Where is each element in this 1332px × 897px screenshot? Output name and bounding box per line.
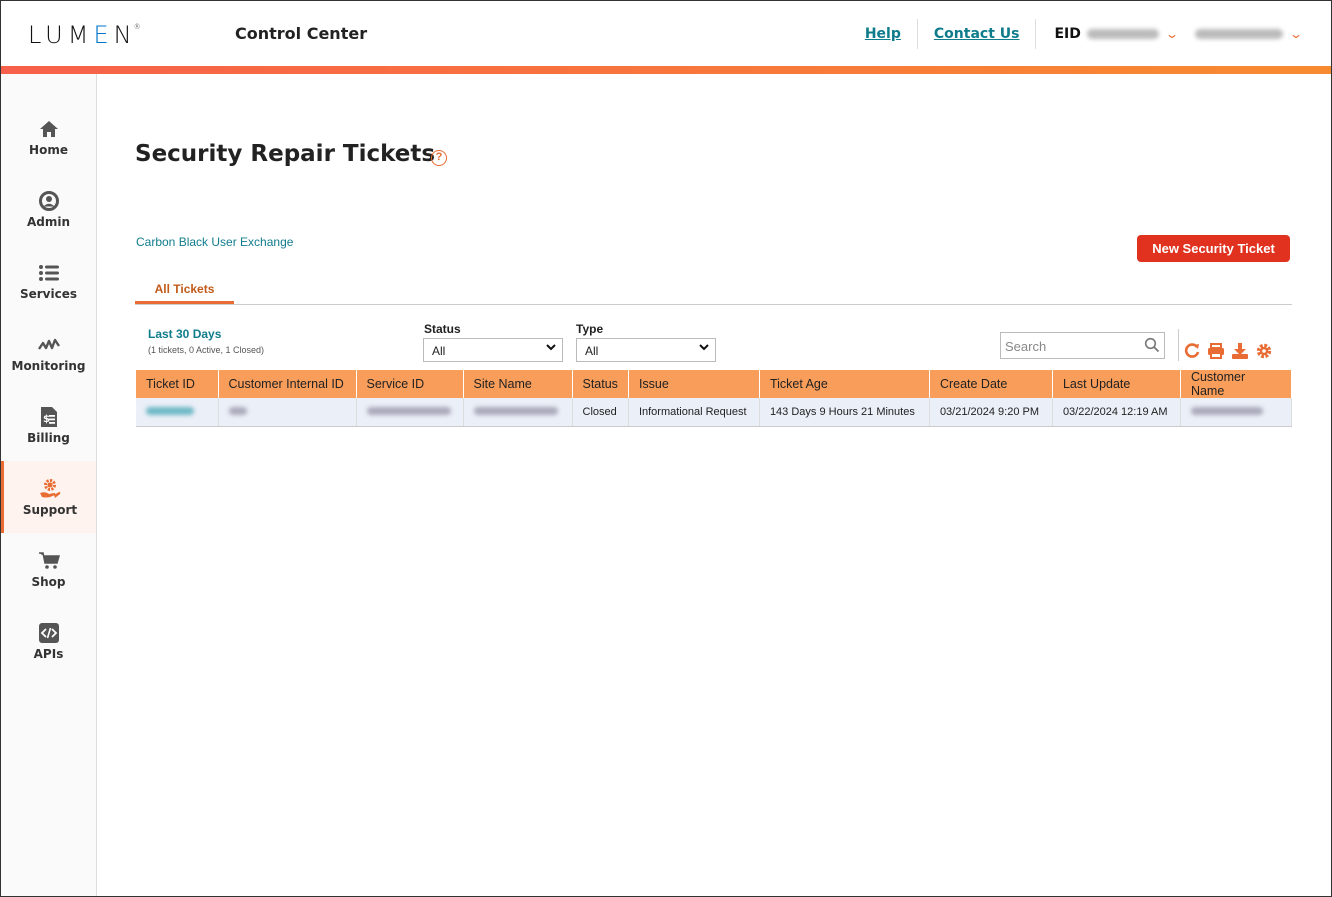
sidebar-item-support[interactable]: Support xyxy=(1,461,96,533)
sidebar-item-label: Monitoring xyxy=(11,358,86,373)
cell-site-name xyxy=(463,398,573,427)
app-title: Control Center xyxy=(235,24,368,43)
tickets-table: Ticket ID Customer Internal ID Service I… xyxy=(136,370,1293,427)
user-value-redacted xyxy=(1194,29,1283,39)
redacted-value xyxy=(228,406,247,415)
carbon-black-user-exchange-link[interactable]: Carbon Black User Exchange xyxy=(136,235,293,249)
cell-customer-internal-id xyxy=(218,398,357,427)
svg-text:$: $ xyxy=(43,414,50,425)
sidebar-item-home[interactable]: Home xyxy=(1,101,96,173)
sidebar-item-billing[interactable]: $ Billing xyxy=(1,389,96,461)
settings-gear-icon[interactable] xyxy=(1255,342,1273,360)
ticket-id-link-redacted[interactable] xyxy=(146,406,194,415)
tab-all-tickets[interactable]: All Tickets xyxy=(135,279,234,304)
print-icon[interactable] xyxy=(1207,342,1225,360)
home-icon xyxy=(38,118,60,140)
lumen-logo[interactable]: LUMEN® xyxy=(28,21,144,49)
type-select-value: All xyxy=(585,344,599,358)
sidebar-item-monitoring[interactable]: Monitoring xyxy=(1,317,96,389)
redacted-value xyxy=(1190,406,1263,415)
sidebar-item-shop[interactable]: Shop xyxy=(1,533,96,605)
column-header-customer-internal-id[interactable]: Customer Internal ID xyxy=(218,370,357,398)
sidebar-item-services[interactable]: Services xyxy=(1,245,96,317)
status-filter-label: Status xyxy=(424,322,461,336)
sidebar-item-label: Home xyxy=(29,142,68,157)
type-select[interactable]: All xyxy=(576,338,716,362)
header-actions: Help Contact Us EID ⌄ ⌄ xyxy=(849,19,1304,49)
column-header-last-update[interactable]: Last Update xyxy=(1052,370,1181,398)
refresh-icon[interactable] xyxy=(1183,342,1201,360)
download-icon[interactable] xyxy=(1231,342,1249,360)
type-filter-label: Type xyxy=(576,322,604,336)
cell-customer-name xyxy=(1180,398,1293,427)
cell-ticket-id[interactable] xyxy=(136,398,219,427)
new-security-ticket-button[interactable]: New Security Ticket xyxy=(1137,235,1290,262)
sidebar-item-label: Services xyxy=(19,286,78,301)
support-hand-gear-icon xyxy=(39,478,61,500)
pulse-icon xyxy=(37,334,60,356)
page-title: Security Repair Tickets xyxy=(135,141,436,167)
cell-issue: Informational Request xyxy=(628,398,760,427)
invoice-icon: $ xyxy=(38,406,60,428)
chevron-down-icon: ⌄ xyxy=(1288,27,1304,41)
chevron-down-icon xyxy=(699,343,709,354)
redacted-value xyxy=(473,406,558,415)
sidebar-item-label: Shop xyxy=(31,574,66,589)
column-header-customer-name[interactable]: Customer Name xyxy=(1180,370,1293,398)
eid-label: EID xyxy=(1054,26,1081,42)
code-icon xyxy=(38,622,60,644)
cell-service-id xyxy=(356,398,464,427)
table-row: Closed Informational Request 143 Days 9 … xyxy=(136,398,1293,427)
search-icon[interactable] xyxy=(1144,337,1160,358)
help-link[interactable]: Help xyxy=(849,26,917,42)
column-header-service-id[interactable]: Service ID xyxy=(356,370,464,398)
status-select[interactable]: All xyxy=(423,338,563,362)
column-header-status[interactable]: Status xyxy=(572,370,629,398)
status-select-value: All xyxy=(432,344,446,358)
chevron-down-icon xyxy=(546,343,556,354)
header-divider xyxy=(1035,19,1037,49)
chevron-down-icon: ⌄ xyxy=(1164,27,1179,41)
eid-dropdown[interactable]: ⌄ xyxy=(1086,27,1179,41)
column-header-ticket-age[interactable]: Ticket Age xyxy=(759,370,930,398)
column-header-ticket-id[interactable]: Ticket ID xyxy=(136,370,219,398)
sidebar-nav: Home Admin Services Monitoring $ Billing… xyxy=(1,74,97,896)
contact-us-link[interactable]: Contact Us xyxy=(918,26,1036,42)
user-circle-icon xyxy=(38,190,60,212)
cell-create-date: 03/21/2024 9:20 PM xyxy=(929,398,1053,427)
column-header-site-name[interactable]: Site Name xyxy=(463,370,573,398)
top-header: LUMEN® Control Center Help Contact Us EI… xyxy=(1,1,1331,66)
help-icon[interactable]: ? xyxy=(431,150,447,166)
search-input[interactable]: Search xyxy=(1000,332,1165,359)
eid-value-redacted xyxy=(1086,29,1159,39)
table-header-row: Ticket ID Customer Internal ID Service I… xyxy=(136,370,1293,398)
sidebar-item-label: Support xyxy=(22,502,78,517)
ticket-tabs: All Tickets xyxy=(135,279,1292,305)
redacted-value xyxy=(366,406,451,415)
cell-ticket-age: 143 Days 9 Hours 21 Minutes xyxy=(759,398,930,427)
list-icon xyxy=(38,262,60,284)
sidebar-item-apis[interactable]: APIs xyxy=(1,605,96,677)
date-range-title: Last 30 Days xyxy=(148,327,222,341)
search-placeholder: Search xyxy=(1005,339,1047,354)
ticket-count-summary: (1 tickets, 0 Active, 1 Closed) xyxy=(148,345,265,355)
accent-bar xyxy=(1,66,1331,74)
cart-icon xyxy=(38,550,60,572)
cell-status: Closed xyxy=(572,398,629,427)
column-header-create-date[interactable]: Create Date xyxy=(929,370,1053,398)
sidebar-item-admin[interactable]: Admin xyxy=(1,173,96,245)
user-dropdown[interactable]: ⌄ xyxy=(1194,27,1304,41)
toolbar-divider xyxy=(1178,329,1179,361)
column-header-issue[interactable]: Issue xyxy=(628,370,760,398)
sidebar-item-label: APIs xyxy=(33,646,64,661)
sidebar-item-label: Billing xyxy=(27,430,70,445)
sidebar-item-label: Admin xyxy=(26,214,71,229)
cell-last-update: 03/22/2024 12:19 AM xyxy=(1052,398,1181,427)
